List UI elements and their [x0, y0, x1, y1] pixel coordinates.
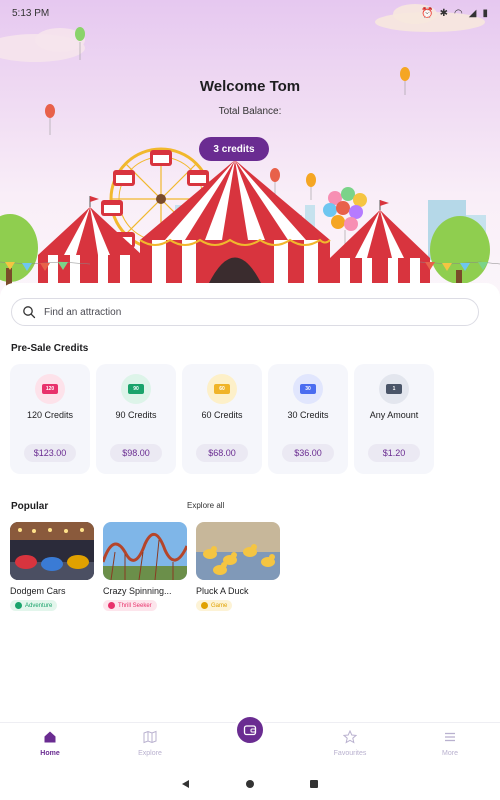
credit-badge: 1: [379, 374, 409, 404]
credit-price: $98.00: [110, 444, 162, 462]
presale-title: Pre-Sale Credits: [11, 343, 89, 354]
bluetooth-icon: ✱: [439, 7, 449, 19]
wallet-button[interactable]: [234, 714, 266, 746]
presale-cards: 120 120 Credits $123.00 90 90 Credits $98.00 6…: [10, 364, 500, 474]
welcome-title: Welcome Tom: [199, 78, 301, 95]
search-input[interactable]: [44, 306, 444, 318]
credit-price: $1.20: [368, 444, 420, 462]
search-icon: [23, 306, 36, 319]
credit-badge: 60: [207, 374, 237, 404]
category-tag-label: Adventure: [25, 602, 53, 609]
credit-label: 90 Credits: [115, 410, 157, 420]
nav-home-label: Home: [40, 750, 60, 757]
credit-badge: 120: [35, 374, 65, 404]
popular-list: Dodgem Cars Adventure Crazy Spinning... Thr…: [10, 522, 280, 614]
adventure-icon: [15, 602, 22, 609]
nav-more-label: More: [442, 750, 458, 757]
attraction-name: Crazy Spinning...: [103, 586, 172, 596]
credit-label: 30 Credits: [287, 410, 329, 420]
nav-explore[interactable]: Explore: [120, 730, 180, 757]
app-screen: 5:13 PM ⏰ ✱ ◠ ◢ ▮ Welcome Tom Total Bala…: [0, 0, 500, 800]
category-tag-label: Thrill Seeker: [118, 602, 152, 609]
main-tent: [139, 148, 331, 285]
lightning-icon: [108, 602, 115, 609]
credit-label: Any Amount: [369, 410, 419, 420]
ticket-icon: 1: [386, 384, 402, 394]
nav-favourites-label: Favourites: [333, 750, 367, 757]
nav-explore-label: Explore: [138, 750, 162, 757]
credit-card-4[interactable]: 1 Any Amount $1.20: [354, 364, 434, 474]
nav-more[interactable]: More: [420, 730, 480, 757]
credit-badge: 30: [293, 374, 323, 404]
nav-home[interactable]: Home: [20, 730, 80, 757]
credit-badge: 90: [121, 374, 151, 404]
attraction-name: Dodgem Cars: [10, 586, 66, 596]
credit-price: $68.00: [196, 444, 248, 462]
wallet-icon: [243, 725, 257, 736]
ticket-icon: 120: [42, 384, 58, 394]
status-time: 5:13 PM: [12, 7, 50, 19]
search-bar[interactable]: [11, 298, 479, 326]
popular-item-1[interactable]: Crazy Spinning... Thrill Seeker: [103, 522, 187, 614]
alarm-icon: ⏰: [421, 7, 434, 19]
hero-banner: 5:13 PM ⏰ ✱ ◠ ◢ ▮ Welcome Tom Total Bala…: [0, 0, 500, 300]
map-icon: [143, 730, 157, 744]
category-tag-label: Game: [211, 602, 228, 609]
battery-icon: ▮: [482, 7, 488, 19]
category-tag: Game: [196, 600, 233, 611]
balance-credits-button[interactable]: 3 credits: [199, 137, 269, 161]
menu-icon: [445, 732, 455, 742]
credit-card-3[interactable]: 30 30 Credits $36.00: [268, 364, 348, 474]
popular-item-0[interactable]: Dodgem Cars Adventure: [10, 522, 94, 614]
recents-icon[interactable]: [308, 778, 320, 790]
credit-price: $36.00: [282, 444, 334, 462]
attraction-name: Pluck A Duck: [196, 586, 249, 596]
credit-label: 120 Credits: [26, 410, 74, 420]
system-nav-bar: [0, 768, 500, 800]
ticket-icon: 60: [214, 384, 230, 394]
credit-price: $123.00: [24, 444, 76, 462]
back-icon[interactable]: [180, 778, 192, 790]
popular-item-2[interactable]: Pluck A Duck Game: [196, 522, 280, 614]
category-tag: Thrill Seeker: [103, 600, 157, 611]
wifi-icon: ◠: [454, 7, 463, 19]
popular-title: Popular: [11, 501, 49, 512]
ticket-icon: 30: [300, 384, 316, 394]
game-icon: [201, 602, 208, 609]
home-circle-icon[interactable]: [244, 778, 256, 790]
pluck-a-duck-image: [196, 522, 280, 580]
star-icon: [343, 730, 357, 744]
home-icon: [44, 731, 56, 743]
credit-card-1[interactable]: 90 90 Credits $98.00: [96, 364, 176, 474]
signal-icon: ◢: [468, 7, 477, 19]
credit-card-2[interactable]: 60 60 Credits $68.00: [182, 364, 262, 474]
explore-all-link[interactable]: Explore all: [187, 501, 224, 510]
status-bar: 5:13 PM ⏰ ✱ ◠ ◢ ▮: [0, 0, 500, 26]
credit-label: 60 Credits: [201, 410, 243, 420]
roller-coaster-image: [103, 522, 187, 580]
dodgem-cars-image: [10, 522, 94, 580]
balance-label: Total Balance:: [218, 106, 282, 117]
nav-favourites[interactable]: Favourites: [320, 730, 380, 757]
category-tag: Adventure: [10, 600, 58, 611]
credit-card-0[interactable]: 120 120 Credits $123.00: [10, 364, 90, 474]
ticket-icon: 90: [128, 384, 144, 394]
